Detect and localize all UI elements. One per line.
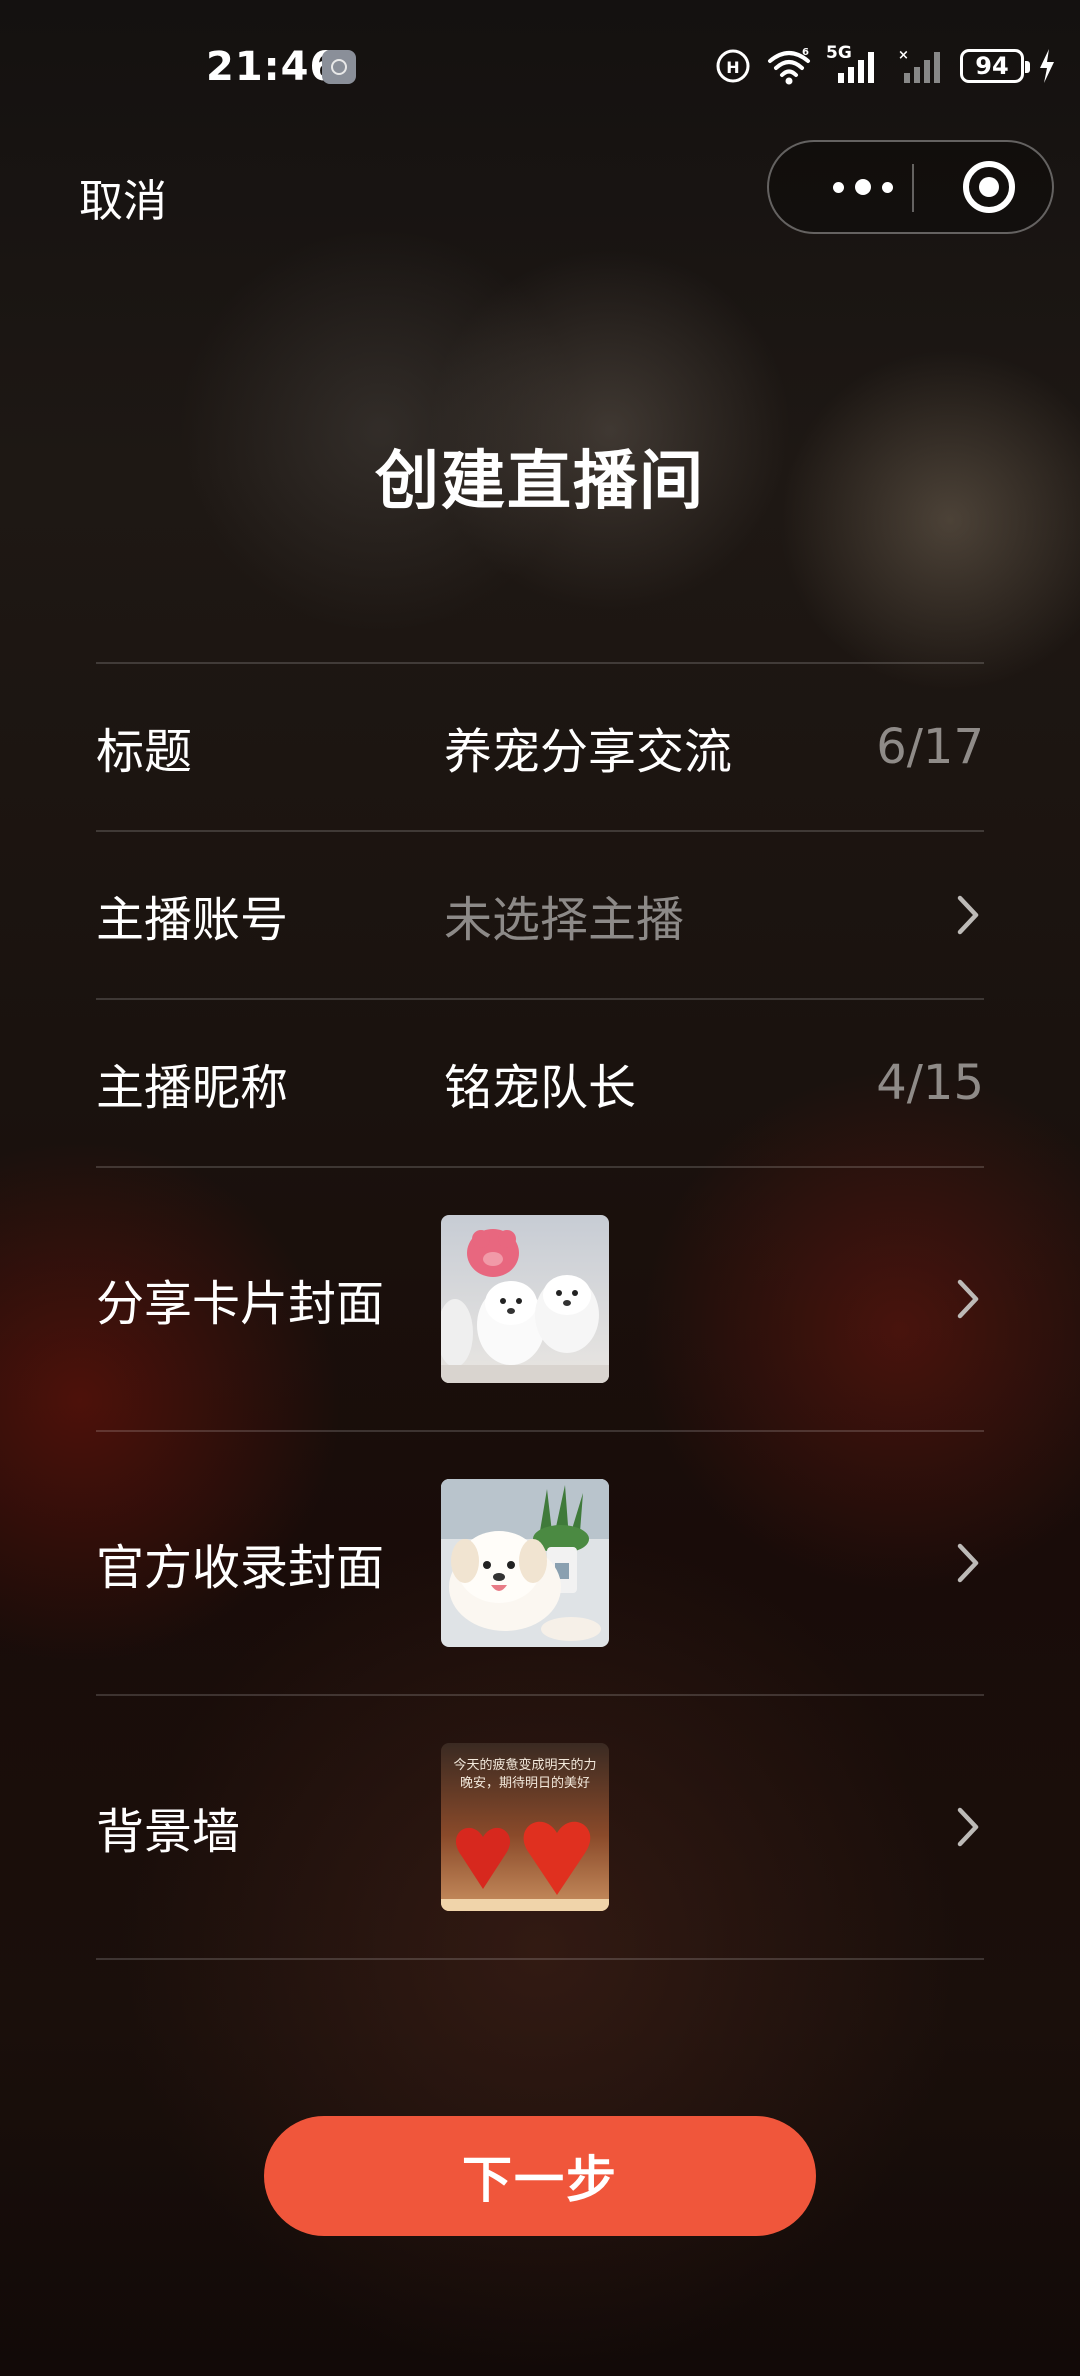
chevron-right-icon [957,1807,979,1847]
chevron-right-icon [957,1543,979,1583]
thumbnail-caption-line2: 晚安，期待明日的美好 [460,1775,590,1791]
create-live-room-form: 标题 养宠分享交流 6/17 主播账号 未选择主播 主播昵称 铭宠队长 4/15… [96,662,984,1960]
status-icons: H 6 5G × 94 [714,43,1056,86]
close-miniprogram-icon[interactable] [961,159,1017,215]
notification-app-icon [322,50,356,84]
anchor-nickname-input[interactable]: 铭宠队长 [444,1048,636,1118]
data-saver-icon: H [716,49,750,83]
signal-sim2-icon: × [898,48,940,83]
charging-icon [1040,49,1054,83]
share-card-cover-row[interactable]: 分享卡片封面 [96,1168,984,1430]
official-cover-thumbnail[interactable] [441,1479,609,1647]
miniprogram-capsule [767,140,1054,234]
chevron-right-icon [957,895,979,935]
next-step-button[interactable]: 下一步 [264,2116,816,2236]
official-cover-row[interactable]: 官方收录封面 [96,1432,984,1694]
svg-text:H: H [726,58,739,77]
dot [855,179,871,195]
title-label: 标题 [96,724,193,780]
chevron-right-icon [957,1279,979,1319]
title-row[interactable]: 标题 养宠分享交流 6/17 [96,664,984,830]
background-wall-row[interactable]: 背景墙 今天的疲惫变成明天的力 晚安，期待明日的美好 [96,1696,984,1958]
battery-icon: 94 [960,49,1030,83]
title-char-count: 6/17 [876,719,984,775]
page-title: 创建直播间 [375,445,705,519]
share-card-cover-thumbnail[interactable] [441,1215,609,1383]
anchor-account-label: 主播账号 [96,892,289,948]
thumbnail-caption-line1: 今天的疲惫变成明天的力 [453,1757,596,1773]
svg-text:×: × [898,48,909,63]
status-time: 21:46 [206,44,339,90]
dot [882,181,893,193]
background-wall-label: 背景墙 [96,1804,241,1860]
anchor-account-row[interactable]: 主播账号 未选择主播 [96,832,984,998]
anchor-nickname-label: 主播昵称 [96,1060,289,1116]
signal-5g-icon: 5G [826,43,884,85]
cancel-button[interactable]: 取消 [79,165,167,229]
divider [96,1958,984,1960]
title-input[interactable]: 养宠分享交流 [444,712,732,782]
dot [833,181,844,193]
more-menu-button[interactable] [813,142,913,232]
anchor-nickname-char-count: 4/15 [876,1055,984,1111]
status-bar: 21:46 H 6 5G × 94 [0,0,1080,140]
anchor-nickname-row[interactable]: 主播昵称 铭宠队长 4/15 [96,1000,984,1166]
wifi-icon: 6 [768,47,810,85]
share-card-cover-label: 分享卡片封面 [96,1276,385,1332]
anchor-account-placeholder: 未选择主播 [444,892,685,948]
background-wall-thumbnail[interactable]: 今天的疲惫变成明天的力 晚安，期待明日的美好 [441,1743,609,1911]
capsule-divider [912,164,914,212]
official-cover-label: 官方收录封面 [96,1540,385,1596]
svg-text:6: 6 [802,47,809,58]
battery-level: 94 [975,52,1009,80]
